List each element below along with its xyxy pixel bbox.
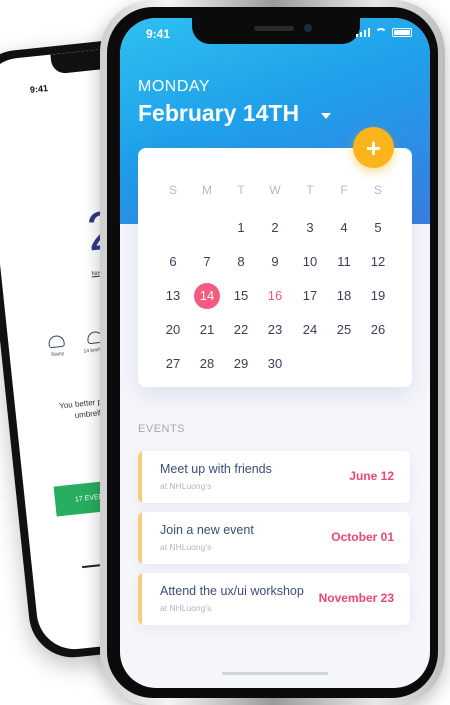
event-accent-bar xyxy=(138,512,142,564)
event-title: Attend the ux/ui workshop xyxy=(160,584,304,598)
calendar-day[interactable]: 28 xyxy=(192,352,222,376)
calendar-day[interactable]: 13 xyxy=(158,284,188,308)
speaker-grille xyxy=(254,26,294,31)
chevron-down-icon[interactable] xyxy=(321,113,331,119)
calendar-day[interactable]: 18 xyxy=(329,284,359,308)
event-title: Meet up with friends xyxy=(160,462,272,476)
weekday-tue: T xyxy=(237,183,245,197)
front-camera xyxy=(304,24,312,32)
calendar-day[interactable]: 16 xyxy=(260,284,290,308)
calendar-day[interactable]: 5 xyxy=(363,216,393,240)
status-icons xyxy=(355,28,412,37)
home-indicator[interactable] xyxy=(222,672,328,675)
phone-notch xyxy=(192,18,360,44)
calendar-day-today[interactable]: 14 xyxy=(194,283,220,309)
calendar-day[interactable]: 24 xyxy=(295,318,325,342)
calendar-day[interactable]: 19 xyxy=(363,284,393,308)
weekday-mon: M xyxy=(202,183,212,197)
calendar-day[interactable]: 1 xyxy=(226,216,256,240)
event-card[interactable]: Attend the ux/ui workshop at NHLuong's N… xyxy=(138,573,410,625)
calendar-day[interactable]: 10 xyxy=(295,250,325,274)
calendar-day[interactable]: 30 xyxy=(260,352,290,376)
calendar-day[interactable]: 25 xyxy=(329,318,359,342)
calendar-day[interactable]: 4 xyxy=(329,216,359,240)
date-title[interactable]: February 14TH xyxy=(138,100,299,127)
calendar-day[interactable]: 17 xyxy=(295,284,325,308)
add-event-button[interactable]: + xyxy=(353,127,394,168)
event-location: at NHLuong's xyxy=(160,481,212,491)
calendar-day[interactable]: 21 xyxy=(192,318,222,342)
calendar-day[interactable]: 8 xyxy=(226,250,256,274)
weekday-wed: W xyxy=(269,183,281,197)
event-date: November 23 xyxy=(318,591,394,605)
weather-label: Rainy xyxy=(51,350,65,359)
calendar-day[interactable]: 12 xyxy=(363,250,393,274)
calendar-day[interactable]: 22 xyxy=(226,318,256,342)
weekday-sat: S xyxy=(373,183,382,197)
event-date: June 12 xyxy=(349,469,394,483)
calendar-day[interactable]: 23 xyxy=(260,318,290,342)
calendar-day[interactable]: 26 xyxy=(363,318,393,342)
day-label: MONDAY xyxy=(138,78,211,95)
calendar-day[interactable]: 2 xyxy=(260,216,290,240)
weekday-sun: S xyxy=(168,183,177,197)
events-section-label: EVENTS xyxy=(138,423,186,435)
wifi-icon xyxy=(375,28,387,37)
calendar-screen: 9:41 MONDAY February 14TH + S M T W T F … xyxy=(120,18,430,688)
calendar-day[interactable]: 15 xyxy=(226,284,256,308)
calendar-day[interactable]: 29 xyxy=(226,352,256,376)
calendar-day[interactable]: 27 xyxy=(158,352,188,376)
event-location: at NHLuong's xyxy=(160,542,212,552)
event-card[interactable]: Join a new event at NHLuong's October 01 xyxy=(138,512,410,564)
event-location: at NHLuong's xyxy=(160,603,212,613)
event-title: Join a new event xyxy=(160,523,254,537)
calendar-day[interactable]: 20 xyxy=(158,318,188,342)
event-accent-bar xyxy=(138,451,142,503)
calendar-day[interactable]: 6 xyxy=(158,250,188,274)
back-status-time: 9:41 xyxy=(29,83,49,95)
weekday-thu: T xyxy=(306,183,314,197)
calendar-day[interactable]: 7 xyxy=(192,250,222,274)
event-card[interactable]: Meet up with friends at NHLuong's June 1… xyxy=(138,451,410,503)
calendar-day[interactable]: 11 xyxy=(329,250,359,274)
weekday-header: S M T W T F S xyxy=(138,183,412,199)
battery-icon xyxy=(392,28,412,37)
weather-item-rain: Rainy xyxy=(47,334,66,359)
calendar-day[interactable]: 9 xyxy=(260,250,290,274)
status-time: 9:41 xyxy=(146,27,171,41)
cloud-rain-icon xyxy=(47,334,66,349)
calendar-day[interactable]: 3 xyxy=(295,216,325,240)
event-accent-bar xyxy=(138,573,142,625)
event-date: October 01 xyxy=(331,530,394,544)
signal-icon xyxy=(355,28,370,37)
weekday-fri: F xyxy=(340,183,348,197)
